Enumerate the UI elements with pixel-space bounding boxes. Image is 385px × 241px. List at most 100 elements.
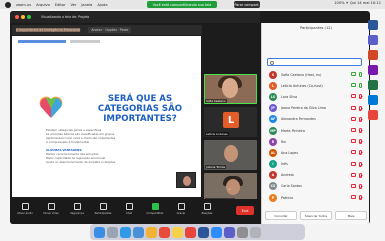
safari-icon[interactable] [120, 226, 131, 238]
video-gallery: Sofia Caetano L Letícia Antunes Juliana … [202, 23, 260, 203]
participant-status-icons [351, 150, 362, 156]
minimize-window-icon[interactable] [21, 15, 25, 19]
trash-icon[interactable] [250, 226, 261, 238]
participant-name: Ana Lopes [281, 150, 299, 155]
word-icon[interactable] [368, 20, 378, 30]
avatar: S [269, 70, 277, 79]
participant-name: Marta Pinheiro [281, 128, 305, 133]
participants-button[interactable]: Participantes [92, 201, 114, 221]
excel-icon[interactable] [368, 80, 378, 90]
participant-row[interactable]: LS Lara Silva [264, 91, 368, 102]
participants-panel: Participantes (12) S Sofia Caetano (Host,… [261, 23, 369, 224]
participant-status-icons [351, 116, 362, 122]
participants-label: Participantes [94, 212, 112, 215]
participant-row[interactable]: AL Ana Lopes [264, 147, 368, 158]
teams-icon[interactable] [224, 226, 235, 238]
participant-status-icons [351, 83, 362, 89]
participant-row[interactable]: L Letícia Antunes (Co-host) [264, 80, 368, 91]
participant-name: Carla Santos [281, 184, 302, 189]
teams-icon[interactable] [368, 35, 378, 45]
video-tile[interactable]: Sofia Caetano [204, 74, 257, 104]
participant-name: Letícia Antunes (Co-host) [281, 83, 323, 88]
notes-icon[interactable] [172, 226, 183, 238]
share-tab-title[interactable]: A importância da Inteligência Emocional [16, 28, 81, 32]
participant-row[interactable]: MP Marta Pinheiro [264, 125, 368, 136]
stop-share-button[interactable]: Parar compart. [234, 1, 260, 8]
participant-row[interactable]: P Patrícia [264, 192, 368, 203]
participant-name: Andreia [281, 173, 294, 178]
apple-icon[interactable] [5, 1, 11, 8]
security-button[interactable]: Segurança [66, 201, 88, 221]
zoom-title-bar: Visualizando a tela de: Projeto [10, 11, 260, 23]
chevron-up-icon[interactable]: ⌃ [227, 189, 237, 195]
unmute-button[interactable]: Ativar áudio [14, 201, 36, 221]
end-meeting-button[interactable]: End [236, 206, 254, 215]
microphone-icon [359, 161, 362, 167]
mute-all-button[interactable]: Silenciar todos [300, 211, 332, 220]
chrome-icon[interactable] [185, 226, 196, 238]
calendar-icon[interactable] [159, 226, 170, 238]
start-video-button[interactable]: Iniciar vídeo [40, 201, 62, 221]
microphone-icon [359, 195, 362, 201]
video-camera-icon [351, 72, 356, 76]
video-tile[interactable]: Juliana Tomás [204, 140, 257, 170]
maximize-window-icon[interactable] [27, 15, 31, 19]
microphone-icon [359, 183, 362, 189]
video-camera-icon [47, 203, 55, 210]
launchpad-icon[interactable] [107, 226, 118, 238]
slide-title: SERÁ QUE AS CATEGORIAS SÃO IMPORTANTES? [97, 94, 183, 124]
chat-bubble-icon [125, 203, 133, 210]
presenter-face [183, 176, 191, 186]
share-options[interactable]: Anotar · Opções · Parar [88, 27, 132, 33]
video-tile[interactable]: L Letícia Antunes [204, 107, 257, 137]
avatar: R [269, 137, 277, 146]
photos-icon[interactable] [146, 226, 157, 238]
more-button[interactable]: Mais [335, 211, 367, 220]
menu-item-arquivo[interactable]: Arquivo [36, 3, 50, 7]
menu-item-ver[interactable]: Ver [70, 3, 76, 7]
menu-app-name[interactable]: zoom.us [16, 3, 31, 7]
avatar: P [269, 193, 277, 202]
chat-button[interactable]: Chat [118, 201, 140, 221]
avatar: I [269, 160, 277, 169]
chrome-icon[interactable] [368, 110, 378, 120]
finder-icon[interactable] [94, 226, 105, 238]
zoom-icon[interactable] [211, 226, 222, 238]
mail-icon[interactable] [133, 226, 144, 238]
outlook-icon[interactable] [368, 95, 378, 105]
menu-item-janela[interactable]: Janela [81, 3, 92, 7]
participant-row[interactable]: R Rui [264, 136, 368, 147]
avatar: L [223, 112, 239, 128]
participant-row[interactable]: S Sofia Caetano (Host, eu) [264, 69, 368, 80]
share-screen-label: Compartilhar [146, 212, 164, 215]
invite-button[interactable]: Convidar [265, 211, 297, 220]
word-icon[interactable] [198, 226, 209, 238]
record-button[interactable]: Gravar [170, 201, 192, 221]
participant-row[interactable]: A Andreia [264, 170, 368, 181]
menu-item-editar[interactable]: Editar [55, 3, 66, 7]
video-camera-icon [351, 183, 356, 188]
microphone-icon [359, 94, 362, 100]
chat-label: Chat [125, 212, 133, 215]
menu-item-ajuda[interactable]: Ajuda [97, 3, 107, 7]
participant-face [224, 145, 238, 162]
settings-icon[interactable] [237, 226, 248, 238]
sharing-status-pill[interactable]: Você está compartilhando sua tela [147, 1, 217, 8]
share-screen-button[interactable]: Compartilhar [144, 201, 166, 221]
onenote-icon[interactable] [368, 65, 378, 75]
avatar: L [269, 81, 277, 90]
participant-row[interactable]: AF Alexandra Fernandes [264, 114, 368, 125]
slide-sub-bullet: Ajuda no desenvolvimento da empatia e re… [46, 160, 116, 164]
reactions-label: Reações [201, 212, 213, 215]
slide-header-accent [18, 40, 66, 43]
video-tile-name: Juliana Tomás [205, 165, 227, 169]
participant-row[interactable]: JP Joana Pereira da Silva Lima [264, 103, 368, 114]
powerpoint-icon[interactable] [368, 50, 378, 60]
participant-row[interactable]: CS Carla Santos [264, 181, 368, 192]
close-window-icon[interactable] [15, 15, 19, 19]
microphone-icon [21, 203, 29, 210]
video-tile-name: Letícia Antunes [205, 132, 229, 136]
participant-row[interactable]: I Inês [264, 159, 368, 170]
participant-search-input[interactable] [267, 58, 362, 66]
reactions-button[interactable]: Reações [196, 201, 218, 221]
